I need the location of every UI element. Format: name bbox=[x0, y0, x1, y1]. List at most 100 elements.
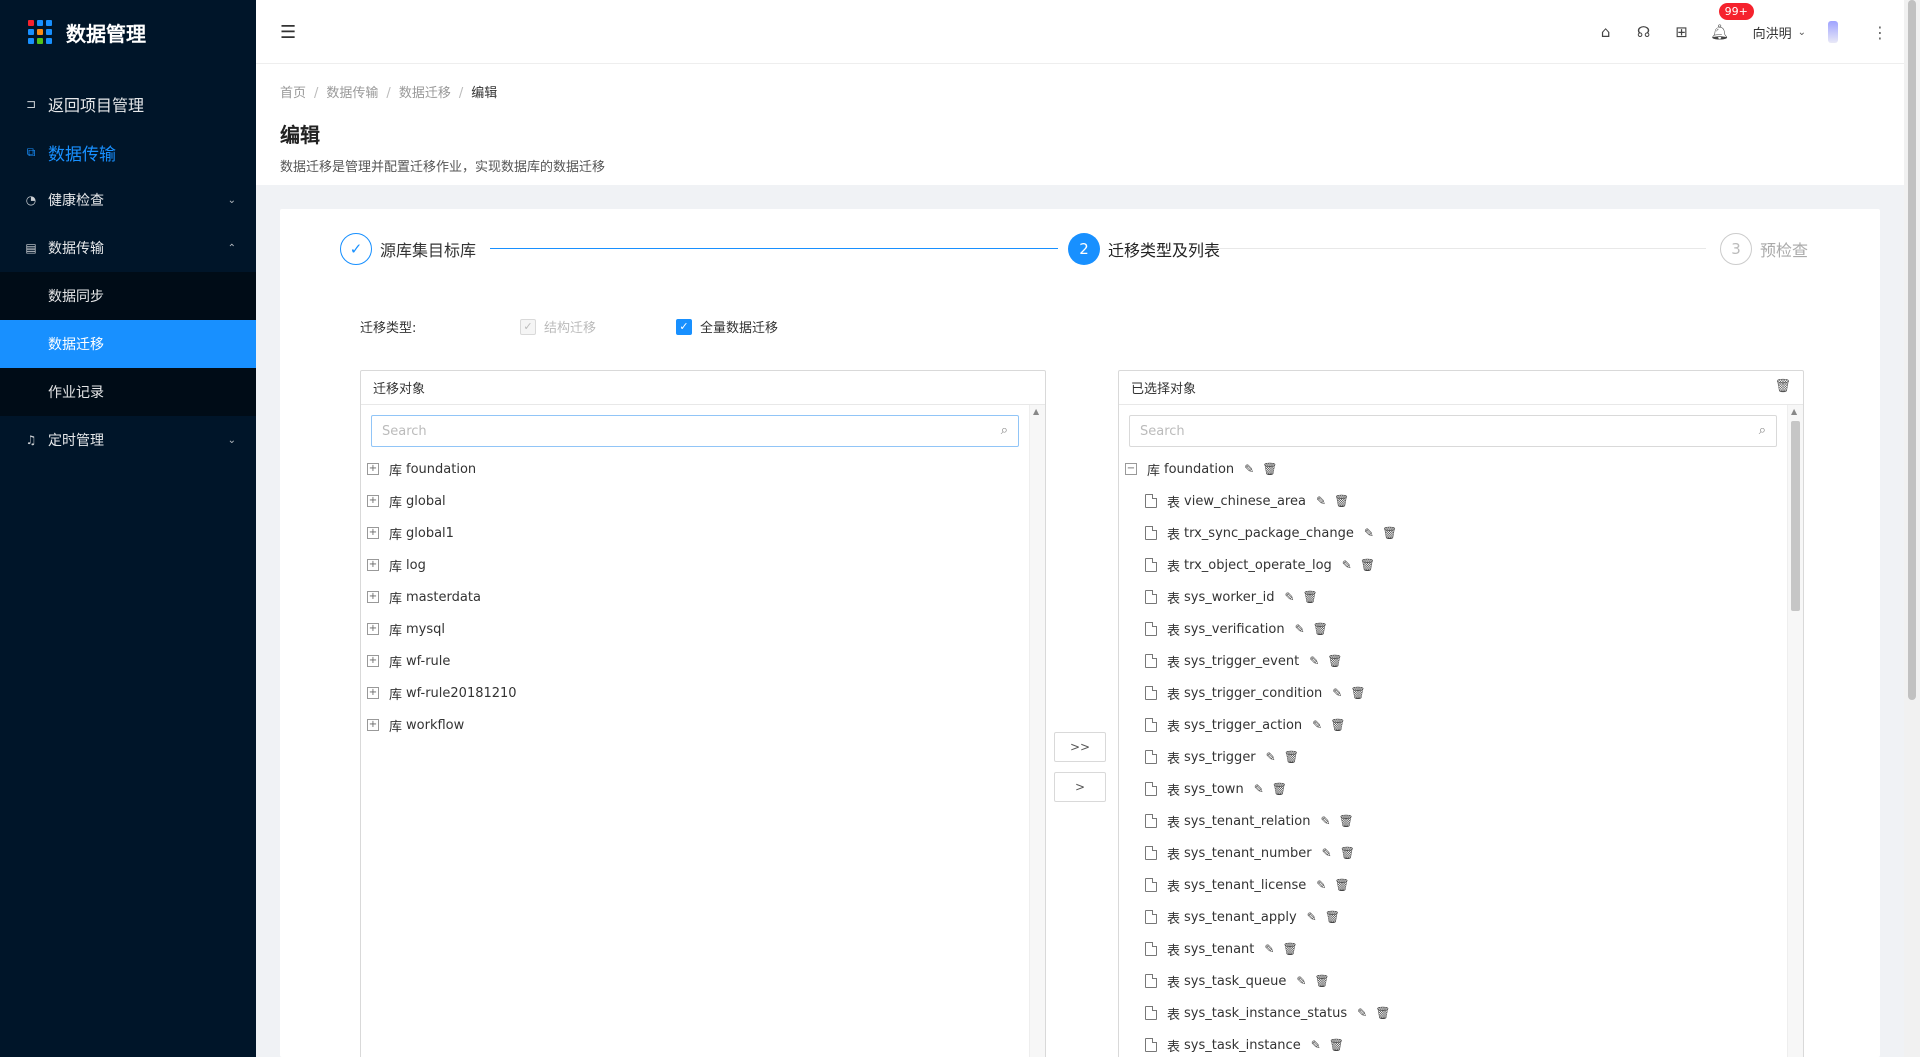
selected-table-node[interactable]: 表 sys_task_queue ✎ 🗑︎ bbox=[1125, 965, 1783, 997]
layout-icon[interactable]: ⊞ bbox=[1663, 23, 1701, 41]
menu-data-migration[interactable]: 数据迁移 bbox=[0, 320, 256, 368]
selected-table-node[interactable]: 表 sys_tenant_number ✎ 🗑︎ bbox=[1125, 837, 1783, 869]
delete-icon[interactable]: 🗑︎ bbox=[1330, 718, 1345, 732]
expand-plus-icon[interactable]: + bbox=[367, 591, 379, 603]
delete-icon[interactable]: 🗑︎ bbox=[1313, 622, 1328, 636]
page-scrollbar-thumb[interactable] bbox=[1908, 0, 1916, 700]
scrollbar-thumb[interactable] bbox=[1791, 421, 1800, 611]
edit-icon[interactable]: ✎ bbox=[1342, 558, 1352, 572]
expand-plus-icon[interactable]: + bbox=[367, 559, 379, 571]
delete-icon[interactable]: 🗑︎ bbox=[1327, 654, 1342, 668]
edit-icon[interactable]: ✎ bbox=[1316, 878, 1326, 892]
selected-table-node[interactable]: 表 sys_tenant_license ✎ 🗑︎ bbox=[1125, 869, 1783, 901]
source-db-node[interactable]: + 库 foundation bbox=[367, 453, 1025, 485]
checkbox-structure-migration[interactable]: ✓ 结构迁移 bbox=[520, 317, 596, 336]
expand-plus-icon[interactable]: + bbox=[367, 687, 379, 699]
edit-icon[interactable]: ✎ bbox=[1295, 622, 1305, 636]
source-db-node[interactable]: + 库 log bbox=[367, 549, 1025, 581]
notification-bell-icon[interactable]: 🔔︎ 99+ bbox=[1701, 3, 1754, 41]
headset-icon[interactable]: ☊ bbox=[1625, 23, 1663, 41]
edit-icon[interactable]: ✎ bbox=[1312, 718, 1322, 732]
edit-icon[interactable]: ✎ bbox=[1284, 590, 1294, 604]
chevron-down-icon[interactable]: ⌄ bbox=[1798, 27, 1806, 38]
edit-icon[interactable]: ✎ bbox=[1307, 910, 1317, 924]
delete-icon[interactable]: 🗑︎ bbox=[1350, 686, 1365, 700]
source-db-node[interactable]: + 库 masterdata bbox=[367, 581, 1025, 613]
edit-icon[interactable]: ✎ bbox=[1296, 974, 1306, 988]
expand-plus-icon[interactable]: + bbox=[367, 655, 379, 667]
menu-data-sync[interactable]: 数据同步 bbox=[0, 272, 256, 320]
source-db-node[interactable]: + 库 mysql bbox=[367, 613, 1025, 645]
menu-job-records[interactable]: 作业记录 bbox=[0, 368, 256, 416]
selected-table-node[interactable]: 表 sys_trigger_event ✎ 🗑︎ bbox=[1125, 645, 1783, 677]
selected-table-node[interactable]: 表 sys_task_instance ✎ 🗑︎ bbox=[1125, 1029, 1783, 1057]
selected-table-node[interactable]: 表 sys_town ✎ 🗑︎ bbox=[1125, 773, 1783, 805]
selected-search-input[interactable]: Search ⌕ bbox=[1129, 415, 1777, 447]
search-icon[interactable]: ⌕ bbox=[1001, 423, 1008, 438]
source-db-node[interactable]: + 库 wf-rule bbox=[367, 645, 1025, 677]
delete-icon[interactable]: 🗑︎ bbox=[1314, 974, 1329, 988]
menu-fold-icon[interactable]: ☰ bbox=[280, 22, 296, 43]
source-db-node[interactable]: + 库 global bbox=[367, 485, 1025, 517]
selected-table-node[interactable]: 表 sys_trigger ✎ 🗑︎ bbox=[1125, 741, 1783, 773]
edit-icon[interactable]: ✎ bbox=[1364, 526, 1374, 540]
menu-health-check[interactable]: ◔ 健康检查 ⌄ bbox=[0, 176, 256, 224]
menu-schedule[interactable]: ♫ 定时管理 ⌄ bbox=[0, 416, 256, 464]
delete-icon[interactable]: 🗑︎ bbox=[1382, 526, 1397, 540]
selected-table-node[interactable]: 表 view_chinese_area ✎ 🗑︎ bbox=[1125, 485, 1783, 517]
selected-scrollbar[interactable]: ▲ bbox=[1787, 405, 1803, 1057]
more-vertical-icon[interactable]: ⋮ bbox=[1872, 23, 1888, 42]
selected-table-node[interactable]: 表 sys_task_instance_status ✎ 🗑︎ bbox=[1125, 997, 1783, 1029]
source-db-node[interactable]: + 库 workflow bbox=[367, 709, 1025, 741]
selected-table-node[interactable]: 表 sys_worker_id ✎ 🗑︎ bbox=[1125, 581, 1783, 613]
edit-icon[interactable]: ✎ bbox=[1316, 494, 1326, 508]
delete-icon[interactable]: 🗑︎ bbox=[1272, 782, 1287, 796]
selected-table-node[interactable]: 表 sys_trigger_action ✎ 🗑︎ bbox=[1125, 709, 1783, 741]
trash-icon[interactable]: 🗑︎ bbox=[1774, 379, 1791, 394]
edit-icon[interactable]: ✎ bbox=[1322, 846, 1332, 860]
edit-icon[interactable]: ✎ bbox=[1254, 782, 1264, 796]
avatar[interactable] bbox=[1828, 21, 1838, 43]
selected-table-node[interactable]: 表 trx_sync_package_change ✎ 🗑︎ bbox=[1125, 517, 1783, 549]
expand-plus-icon[interactable]: + bbox=[367, 719, 379, 731]
selected-db-node[interactable]: − 库 foundation ✎ 🗑︎ bbox=[1125, 453, 1783, 485]
source-search-input[interactable]: Search ⌕ bbox=[371, 415, 1019, 447]
expand-plus-icon[interactable]: + bbox=[367, 463, 379, 475]
selected-table-node[interactable]: 表 trx_object_operate_log ✎ 🗑︎ bbox=[1125, 549, 1783, 581]
expand-plus-icon[interactable]: + bbox=[367, 495, 379, 507]
delete-icon[interactable]: 🗑︎ bbox=[1303, 590, 1318, 604]
expand-plus-icon[interactable]: + bbox=[367, 527, 379, 539]
collapse-minus-icon[interactable]: − bbox=[1125, 463, 1137, 475]
selected-table-node[interactable]: 表 sys_trigger_condition ✎ 🗑︎ bbox=[1125, 677, 1783, 709]
breadcrumb-migration[interactable]: 数据迁移 bbox=[399, 86, 451, 101]
menu-data-transfer-section[interactable]: ⧉ 数据传输 bbox=[0, 128, 256, 176]
page-scrollbar[interactable] bbox=[1904, 0, 1920, 1057]
edit-icon[interactable]: ✎ bbox=[1264, 942, 1274, 956]
delete-icon[interactable]: 🗑︎ bbox=[1325, 910, 1340, 924]
user-name[interactable]: 向洪明 bbox=[1753, 23, 1792, 42]
scroll-up-arrow-icon[interactable]: ▲ bbox=[1033, 407, 1039, 416]
edit-icon[interactable]: ✎ bbox=[1357, 1006, 1367, 1020]
selected-table-node[interactable]: 表 sys_tenant ✎ 🗑︎ bbox=[1125, 933, 1783, 965]
selected-table-node[interactable]: 表 sys_tenant_apply ✎ 🗑︎ bbox=[1125, 901, 1783, 933]
menu-back-to-projects[interactable]: ⊐ 返回项目管理 bbox=[0, 80, 256, 128]
move-selected-button[interactable]: > bbox=[1054, 772, 1106, 802]
edit-icon[interactable]: ✎ bbox=[1244, 462, 1254, 476]
source-db-node[interactable]: + 库 wf-rule20181210 bbox=[367, 677, 1025, 709]
selected-table-node[interactable]: 表 sys_tenant_relation ✎ 🗑︎ bbox=[1125, 805, 1783, 837]
expand-plus-icon[interactable]: + bbox=[367, 623, 379, 635]
delete-icon[interactable]: 🗑︎ bbox=[1375, 1006, 1390, 1020]
edit-icon[interactable]: ✎ bbox=[1309, 654, 1319, 668]
edit-icon[interactable]: ✎ bbox=[1332, 686, 1342, 700]
source-scrollbar[interactable]: ▲ bbox=[1029, 405, 1045, 1057]
menu-data-transfer[interactable]: ▤ 数据传输 ⌃ bbox=[0, 224, 256, 272]
scroll-up-arrow-icon[interactable]: ▲ bbox=[1791, 407, 1797, 416]
move-all-button[interactable]: >> bbox=[1054, 732, 1106, 762]
breadcrumb-home[interactable]: 首页 bbox=[280, 86, 306, 101]
source-db-node[interactable]: + 库 global1 bbox=[367, 517, 1025, 549]
delete-icon[interactable]: 🗑︎ bbox=[1262, 462, 1277, 476]
search-icon[interactable]: ⌕ bbox=[1759, 423, 1766, 438]
edit-icon[interactable]: ✎ bbox=[1320, 814, 1330, 828]
delete-icon[interactable]: 🗑︎ bbox=[1340, 846, 1355, 860]
edit-icon[interactable]: ✎ bbox=[1266, 750, 1276, 764]
